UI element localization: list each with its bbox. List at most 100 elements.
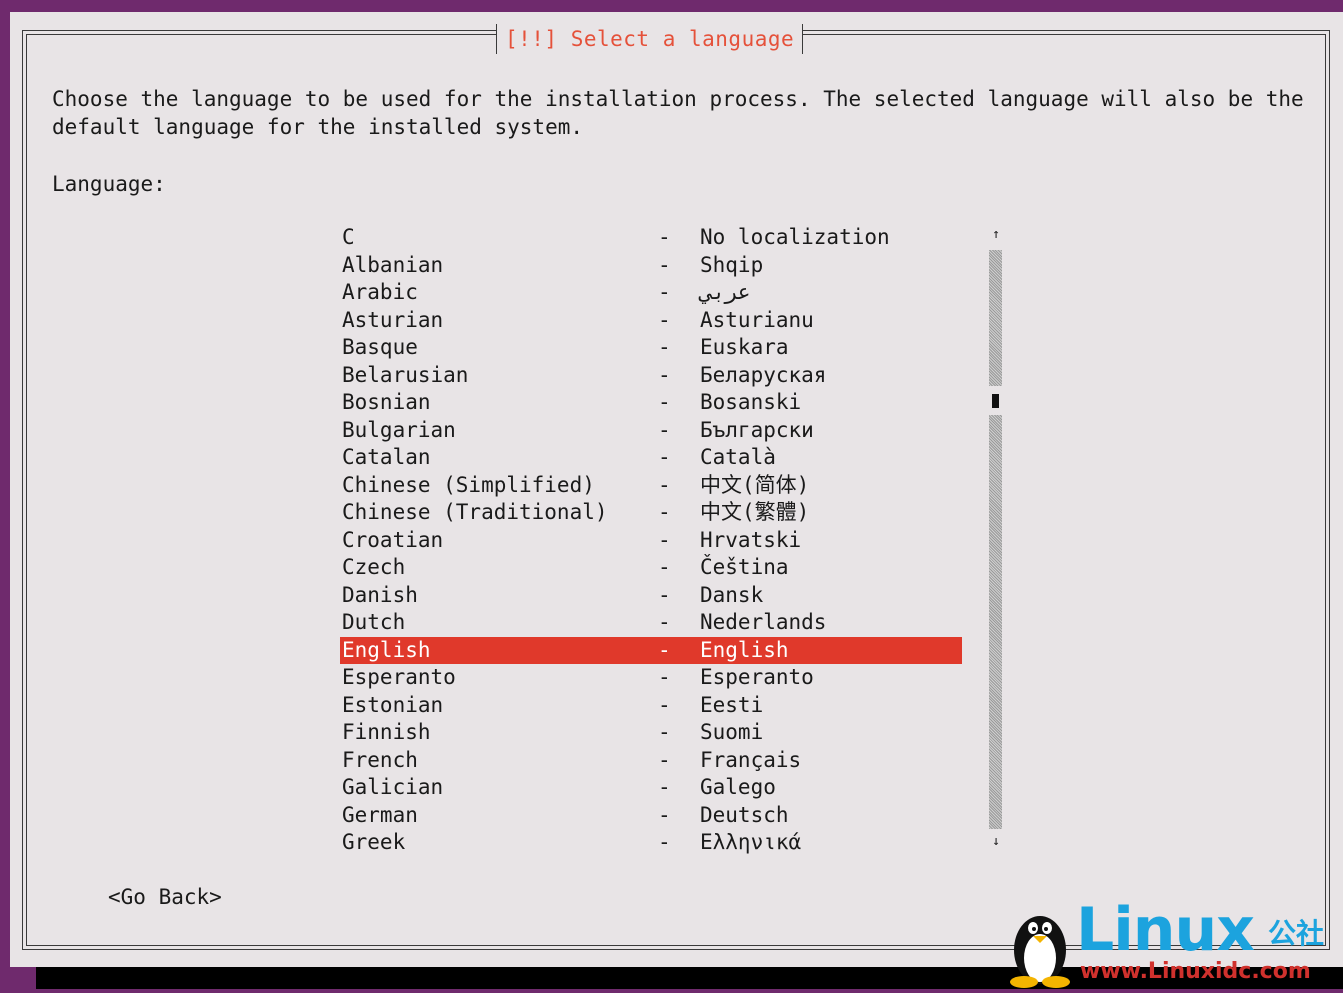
language-name: Bosnian bbox=[342, 390, 431, 414]
language-dash: - bbox=[658, 252, 671, 277]
language-option[interactable]: Chinese (Simplified) - 中文(简体) bbox=[340, 472, 962, 500]
language-option[interactable]: Chinese (Traditional) - 中文(繁體) bbox=[340, 499, 962, 527]
language-native: Català bbox=[700, 445, 776, 469]
language-dash: - bbox=[658, 747, 671, 772]
language-native: Hrvatski bbox=[700, 527, 802, 552]
language-name: Albanian bbox=[342, 252, 444, 277]
language-name: Bulgarian bbox=[342, 417, 456, 442]
language-native: Čeština bbox=[700, 555, 789, 579]
language-name: Basque bbox=[342, 335, 418, 359]
language-name: Belarusian bbox=[342, 362, 469, 387]
language-native: Bosanski bbox=[700, 390, 802, 414]
language-dash: - bbox=[658, 417, 671, 442]
language-option[interactable]: Belarusian - Беларуская bbox=[340, 362, 962, 390]
language-dash: - bbox=[658, 610, 671, 634]
language-list[interactable]: C - No localization Albanian - Shqip Arabic - عر… bbox=[340, 224, 962, 857]
language-option[interactable]: Estonian - Eesti bbox=[340, 692, 962, 720]
language-name: Greek bbox=[342, 830, 406, 854]
language-name: Chinese (Simplified) bbox=[342, 472, 595, 497]
dialog-title-box: [!!] Select a language bbox=[496, 24, 804, 54]
language-dash: - bbox=[658, 500, 671, 524]
go-back-button[interactable]: <Go Back> bbox=[108, 885, 222, 909]
language-native: Dansk bbox=[700, 582, 764, 607]
language-name: Esperanto bbox=[342, 665, 456, 689]
language-native: Asturianu bbox=[700, 307, 814, 332]
language-option[interactable]: Croatian - Hrvatski bbox=[340, 527, 962, 555]
language-option[interactable]: Arabic - عربي bbox=[340, 279, 962, 307]
language-name: Arabic bbox=[342, 280, 418, 304]
language-dash: - bbox=[658, 445, 671, 469]
language-name: Estonian bbox=[342, 692, 444, 717]
language-option[interactable]: Catalan - Català bbox=[340, 444, 962, 472]
language-dash: - bbox=[658, 692, 671, 717]
language-native: عربي bbox=[700, 280, 751, 304]
dialog-description: Choose the language to be used for the i… bbox=[52, 87, 1304, 139]
language-name: English bbox=[342, 637, 431, 662]
language-dash: - bbox=[658, 362, 671, 387]
language-dash: - bbox=[658, 582, 671, 607]
language-dash: - bbox=[658, 307, 671, 332]
language-native: Français bbox=[700, 747, 802, 772]
language-dash: - bbox=[658, 830, 671, 854]
scrollbar-track-lower[interactable] bbox=[989, 415, 1002, 829]
language-option[interactable]: Basque - Euskara bbox=[340, 334, 962, 362]
language-dash: - bbox=[658, 802, 671, 827]
language-dash: - bbox=[658, 720, 671, 744]
language-name: Croatian bbox=[342, 527, 444, 552]
language-option-selected[interactable]: English - English bbox=[340, 636, 962, 664]
language-option[interactable]: Galician - Galego bbox=[340, 774, 962, 802]
watermark-brand-cn: 公社 bbox=[1268, 917, 1325, 950]
language-option[interactable]: Asturian - Asturianu bbox=[340, 307, 962, 335]
language-dash: - bbox=[658, 472, 671, 497]
dialog-title: [!!] Select a language bbox=[505, 27, 795, 51]
language-native: Esperanto bbox=[700, 665, 814, 689]
terminal-background bbox=[0, 0, 1343, 10]
language-native: Deutsch bbox=[700, 802, 789, 827]
language-dash: - bbox=[658, 527, 671, 552]
language-option[interactable]: Czech - Čeština bbox=[340, 554, 962, 582]
scroll-up-arrow-icon[interactable]: ↑ bbox=[988, 227, 1004, 242]
language-name: Chinese (Traditional) bbox=[342, 500, 608, 524]
watermark-brand: Linux bbox=[1076, 895, 1255, 965]
language-native: No localization bbox=[700, 225, 890, 249]
language-name: Czech bbox=[342, 555, 406, 579]
language-dash: - bbox=[658, 335, 671, 359]
language-option[interactable]: Danish - Dansk bbox=[340, 582, 962, 610]
language-option[interactable]: Bosnian - Bosanski bbox=[340, 389, 962, 417]
language-name: Asturian bbox=[342, 307, 444, 332]
language-native: Eesti bbox=[700, 692, 764, 717]
scroll-down-arrow-icon[interactable]: ↓ bbox=[988, 834, 1004, 849]
language-option[interactable]: Finnish - Suomi bbox=[340, 719, 962, 747]
language-native: Galego bbox=[700, 775, 776, 799]
language-option[interactable]: Esperanto - Esperanto bbox=[340, 664, 962, 692]
language-option[interactable]: Greek - Ελληνικά bbox=[340, 829, 962, 857]
language-option[interactable]: Bulgarian - Български bbox=[340, 417, 962, 445]
language-native: 中文(简体) bbox=[700, 472, 810, 497]
language-option[interactable]: Albanian - Shqip bbox=[340, 252, 962, 280]
language-name: German bbox=[342, 802, 418, 827]
language-name: Galician bbox=[342, 775, 444, 799]
language-dash: - bbox=[658, 555, 671, 579]
language-option[interactable]: German - Deutsch bbox=[340, 802, 962, 830]
language-field-label: Language: bbox=[52, 172, 166, 196]
language-dash: - bbox=[658, 280, 671, 304]
scrollbar-thumb[interactable] bbox=[992, 394, 999, 408]
scrollbar-track-upper[interactable] bbox=[989, 250, 1002, 386]
terminal-background-bottom bbox=[0, 967, 36, 989]
language-name: C bbox=[342, 225, 355, 249]
language-dash: - bbox=[658, 390, 671, 414]
language-dash: - bbox=[658, 637, 671, 662]
language-name: Dutch bbox=[342, 610, 406, 634]
language-name: French bbox=[342, 747, 418, 772]
language-native: Euskara bbox=[700, 335, 789, 359]
language-dash: - bbox=[658, 665, 671, 689]
language-option[interactable]: French - Français bbox=[340, 747, 962, 775]
language-name: Danish bbox=[342, 582, 418, 607]
language-option[interactable]: C - No localization bbox=[340, 224, 962, 252]
language-dash: - bbox=[658, 225, 671, 249]
language-native: Nederlands bbox=[700, 610, 827, 634]
language-native: Ελληνικά bbox=[700, 830, 802, 854]
language-name: Finnish bbox=[342, 720, 431, 744]
language-option[interactable]: Dutch - Nederlands bbox=[340, 609, 962, 637]
language-native: Български bbox=[700, 417, 814, 442]
